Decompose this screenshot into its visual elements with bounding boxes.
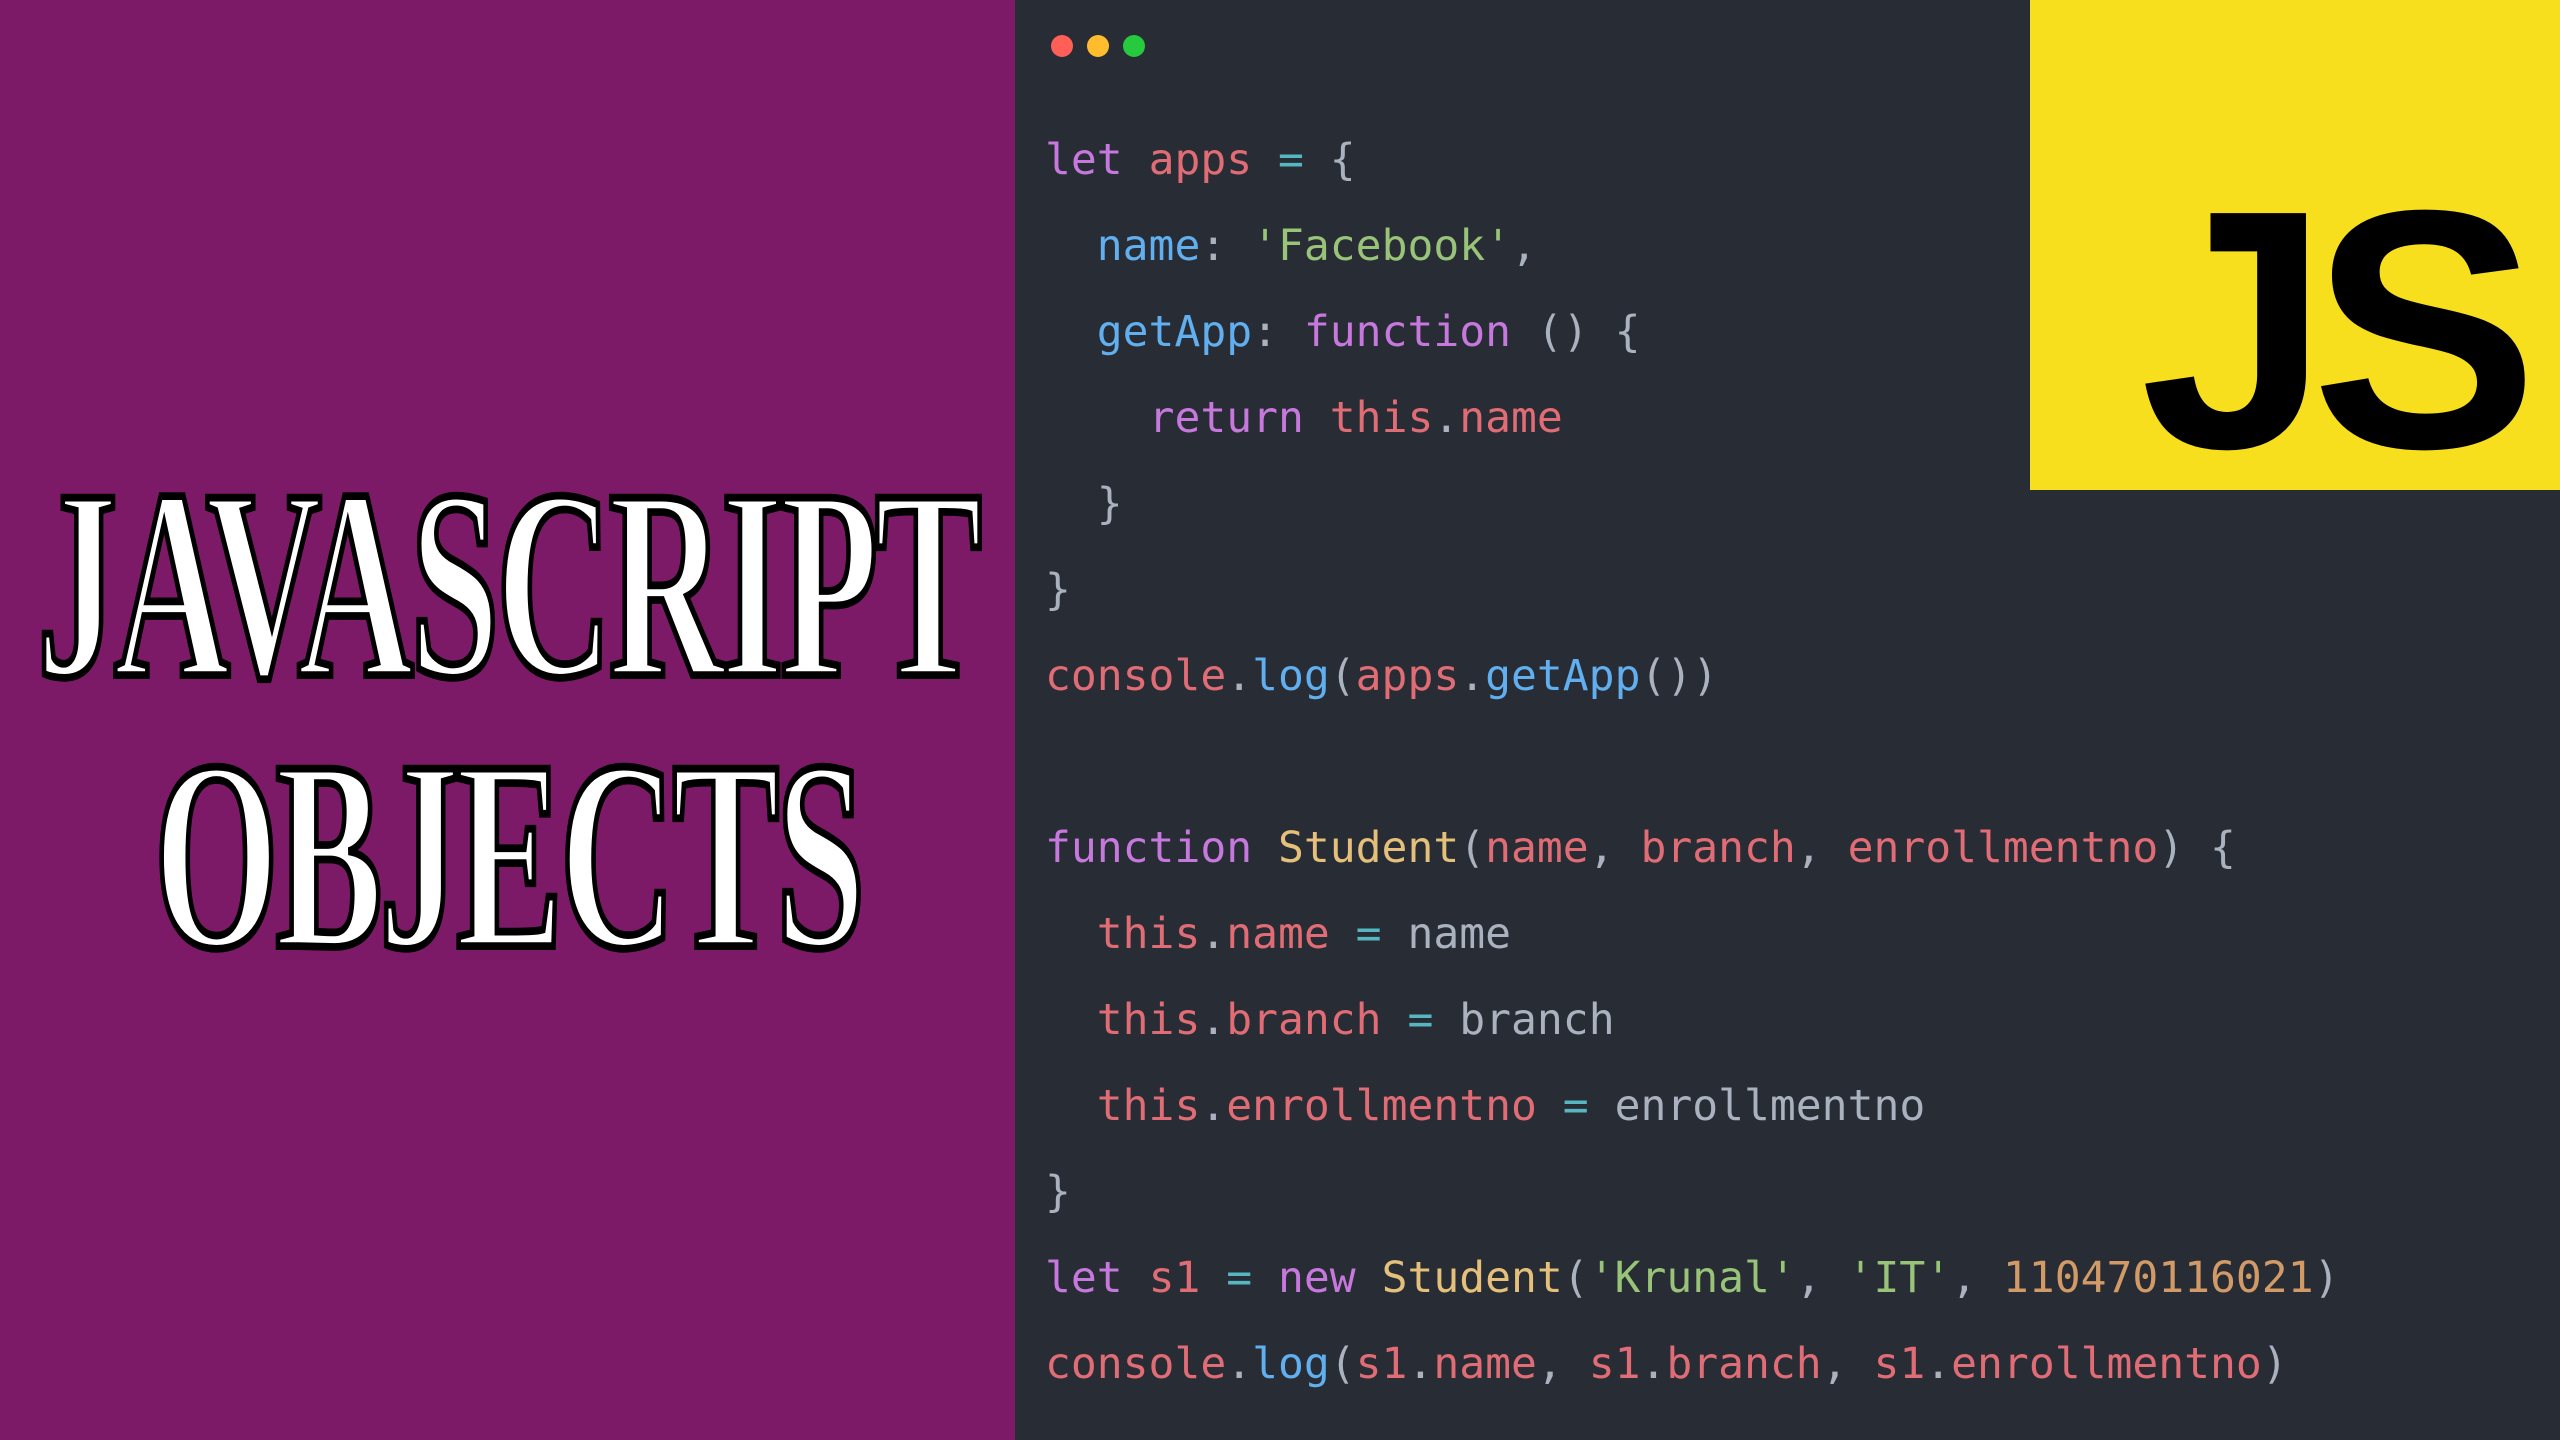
maximize-icon[interactable]	[1123, 35, 1145, 57]
string-facebook: 'Facebook'	[1252, 221, 1511, 271]
title-panel: JAVASCRIPT OBJECTS	[0, 0, 1015, 1440]
console: console	[1045, 651, 1226, 701]
close-icon[interactable]	[1051, 35, 1073, 57]
js-logo-text: JS	[2140, 186, 2520, 475]
brace-close: }	[1097, 479, 1123, 529]
var-s1: s1	[1149, 1253, 1201, 1303]
var-apps: apps	[1149, 135, 1253, 185]
method-log: log	[1252, 651, 1330, 701]
code-panel: JS let apps = { name: 'Facebook', getApp…	[1015, 0, 2560, 1440]
prop-name: name	[1097, 221, 1201, 271]
operator-eq: =	[1252, 135, 1330, 185]
js-logo-badge: JS	[2030, 0, 2560, 490]
fn-student: Student	[1278, 823, 1459, 873]
string-krunal: 'Krunal'	[1589, 1253, 1796, 1303]
keyword-function: function	[1304, 307, 1511, 357]
keyword-return: return	[1149, 393, 1304, 443]
prop-name-2: name	[1459, 393, 1563, 443]
title-word-1: JAVASCRIPT	[37, 429, 978, 741]
param-branch: branch	[1640, 823, 1795, 873]
keyword-new: new	[1278, 1253, 1356, 1303]
number-enroll: 110470116021	[2003, 1253, 2314, 1303]
keyword-let: let	[1045, 135, 1123, 185]
method-getapp: getApp	[1485, 651, 1640, 701]
keyword-this: this	[1330, 393, 1434, 443]
param-enrollmentno: enrollmentno	[1848, 823, 2159, 873]
title-word-2: OBJECTS	[154, 700, 862, 1012]
brace-close-2: }	[1045, 565, 1071, 615]
brace-open: {	[1330, 135, 1356, 185]
param-name: name	[1485, 823, 1589, 873]
keyword-function-2: function	[1045, 823, 1252, 873]
prop-getapp: getApp	[1097, 307, 1252, 357]
minimize-icon[interactable]	[1087, 35, 1109, 57]
string-it: 'IT'	[1848, 1253, 1952, 1303]
